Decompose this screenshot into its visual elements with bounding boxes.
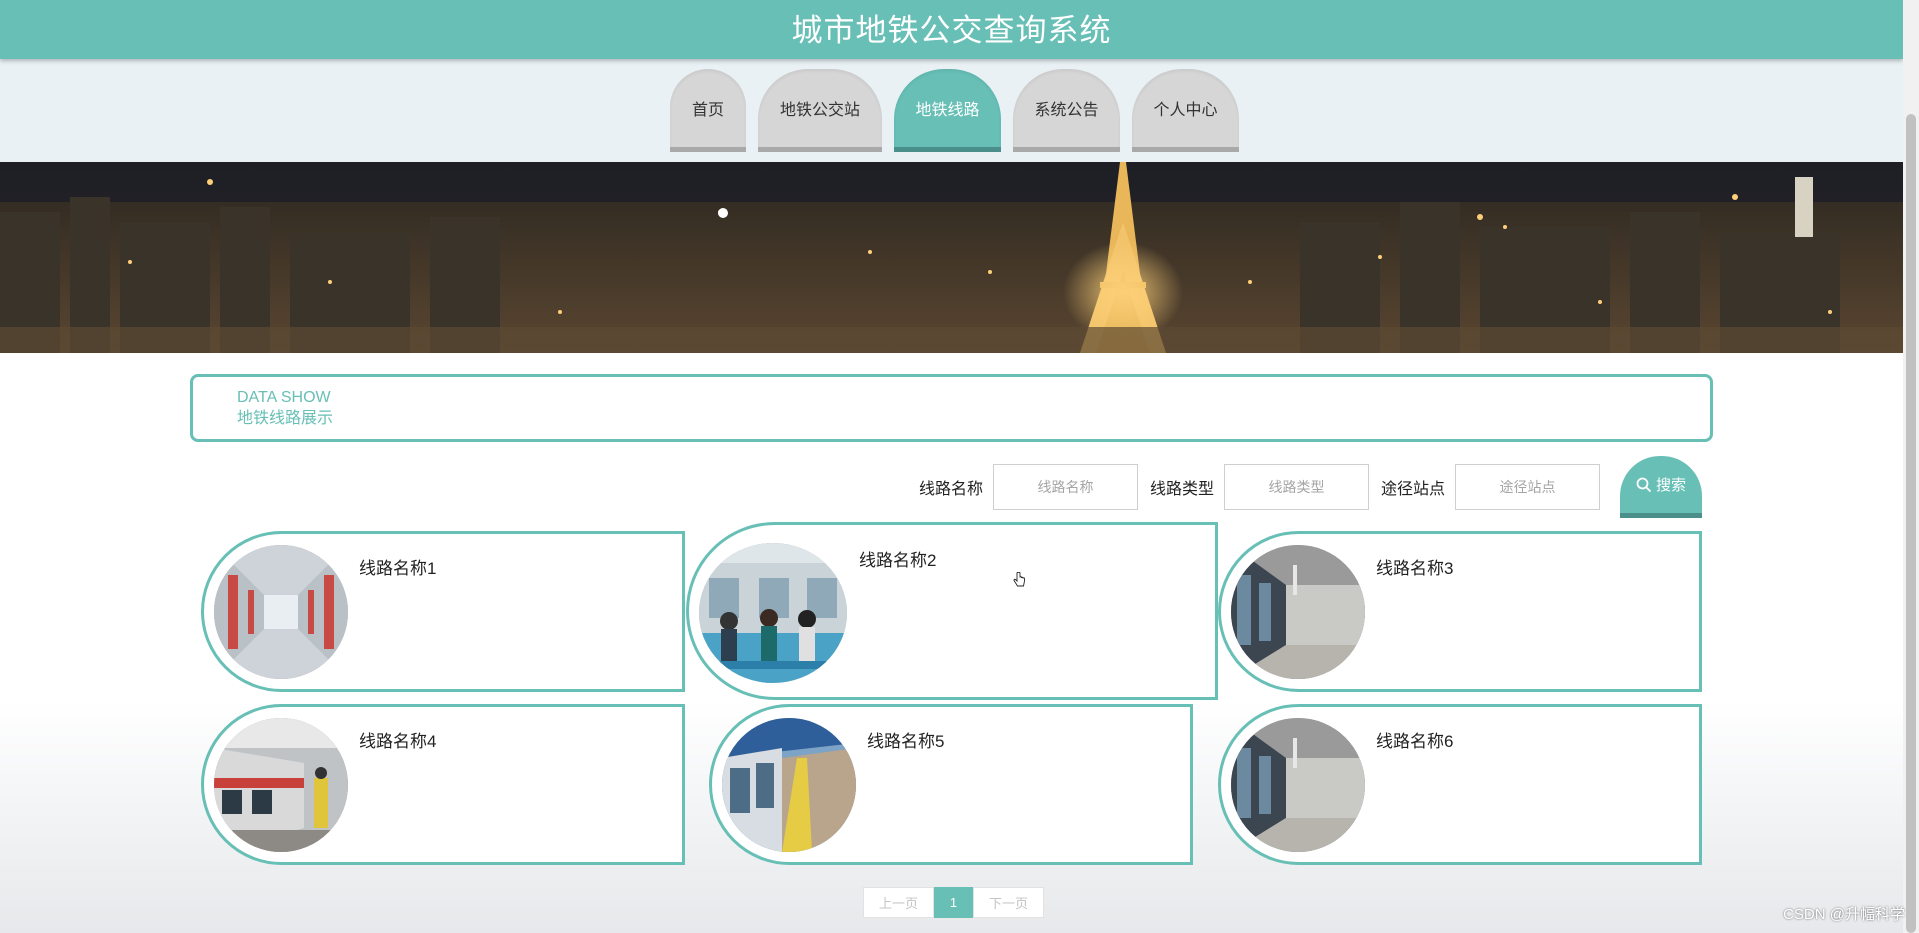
line-card-name: 线路名称3: [1376, 559, 1454, 578]
pagination: 上一页 1 下一页: [863, 887, 1045, 918]
line-type-label: 线路类型: [1149, 481, 1214, 498]
via-station-input[interactable]: [1455, 464, 1600, 510]
hand-cursor-icon: [1012, 571, 1026, 593]
prev-page-button[interactable]: 上一页: [863, 887, 935, 918]
line-card[interactable]: 线路名称6: [1218, 704, 1702, 865]
line-card[interactable]: 线路名称3: [1218, 531, 1702, 692]
line-card-image: [722, 718, 856, 852]
line-card-image: [214, 718, 348, 852]
line-card-image: [214, 545, 348, 679]
watermark: CSDN @升幅科学: [1783, 906, 1905, 923]
page-scrollbar[interactable]: [1903, 0, 1919, 933]
section-header: DATA SHOW 地铁线路展示: [190, 374, 1713, 442]
line-name-input[interactable]: [992, 464, 1138, 510]
line-card-name: 线路名称1: [359, 559, 437, 578]
line-name-label: 线路名称: [918, 481, 983, 498]
section-title-cn: 地铁线路展示: [237, 410, 334, 427]
line-card-image: [1231, 545, 1365, 679]
nav-tab-profile[interactable]: 个人中心: [1132, 69, 1239, 152]
via-station-label: 途径站点: [1380, 481, 1445, 498]
city-night-image: [0, 162, 1903, 353]
line-card[interactable]: 线路名称4: [201, 704, 685, 865]
line-card-image: [699, 543, 847, 683]
section-title-en: DATA SHOW: [237, 389, 331, 406]
current-page-button[interactable]: 1: [934, 887, 974, 918]
line-card-image: [1231, 718, 1365, 852]
nav-tab-stations[interactable]: 地铁公交站: [758, 69, 882, 152]
line-card-name: 线路名称4: [359, 732, 437, 751]
line-card-name: 线路名称2: [859, 551, 937, 570]
line-card[interactable]: 线路名称5: [709, 704, 1193, 865]
site-header: 城市地铁公交查询系统: [0, 0, 1903, 59]
search-icon: [1636, 477, 1652, 492]
search-button[interactable]: 搜索: [1620, 456, 1702, 518]
scrollbar-thumb[interactable]: [1906, 114, 1916, 933]
nav-tab-lines[interactable]: 地铁线路: [894, 69, 1001, 152]
nav-tab-home[interactable]: 首页: [670, 69, 746, 152]
line-card[interactable]: 线路名称1: [201, 531, 685, 692]
line-card-name: 线路名称6: [1376, 732, 1454, 751]
search-button-label: 搜索: [1655, 477, 1686, 494]
nav-tab-announcements[interactable]: 系统公告: [1013, 69, 1120, 152]
line-card-name: 线路名称5: [867, 732, 945, 751]
site-title: 城市地铁公交查询系统: [791, 13, 1112, 49]
main-nav: 首页 地铁公交站 地铁线路 系统公告 个人中心: [0, 59, 1903, 162]
next-page-button[interactable]: 下一页: [973, 887, 1045, 918]
line-type-input[interactable]: [1223, 464, 1369, 510]
search-bar: 线路名称 线路类型 途径站点 搜索: [917, 456, 1702, 518]
hero-banner: [0, 162, 1903, 353]
line-card[interactable]: 线路名称2: [686, 522, 1218, 700]
